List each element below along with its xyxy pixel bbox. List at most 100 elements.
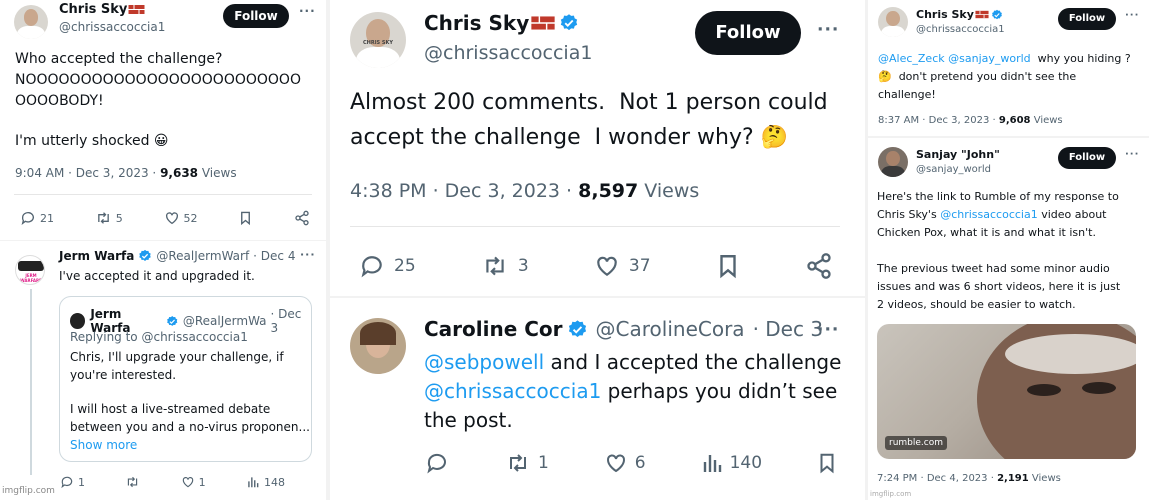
- tweet-panel-chris-sky-3: Chris Sky @chrissaccoccia1 Follow ··· @A…: [868, 0, 1149, 136]
- reply-button[interactable]: 1: [60, 475, 85, 489]
- avatar[interactable]: CHRIS SKY: [350, 12, 406, 68]
- like-button[interactable]: 37: [593, 253, 651, 279]
- author-name[interactable]: Chris Sky: [424, 11, 529, 35]
- tweet-text: 2 videos, should be easier to watch.: [877, 298, 1076, 311]
- author-name[interactable]: Jerm Warfa: [59, 249, 134, 263]
- mention-link[interactable]: @Alec_Zeck: [878, 52, 945, 65]
- quoted-date: · Dec 3: [270, 307, 302, 335]
- mention-link[interactable]: @chrissaccoccia1: [424, 379, 601, 403]
- verified-badge-icon: [167, 315, 178, 326]
- follow-button[interactable]: Follow: [1058, 8, 1116, 30]
- reply-button[interactable]: 25: [358, 253, 416, 279]
- reply-text: I've accepted it and upgraded it.: [59, 269, 255, 283]
- tweet-text: issues and was 6 short videos, here it i…: [877, 280, 1121, 293]
- mention-link[interactable]: @chrissaccoccia1: [940, 208, 1038, 221]
- bar-chart-icon: [248, 477, 259, 488]
- views-button[interactable]: 140: [700, 451, 762, 475]
- action-bar: 1 6 140: [424, 451, 838, 475]
- more-options-icon[interactable]: ···: [300, 248, 316, 261]
- author-name[interactable]: Chris Sky: [59, 2, 127, 17]
- author-name[interactable]: Sanjay "John": [916, 148, 1000, 161]
- timestamp[interactable]: 8:37 AM · Dec 3, 2023 ·: [878, 115, 999, 126]
- views-label: Views: [198, 166, 237, 180]
- tweet-text: video about: [1037, 208, 1107, 221]
- mention-link[interactable]: @sebpowell: [424, 350, 544, 374]
- more-options-icon[interactable]: ···: [817, 320, 839, 340]
- view-count: 2,191: [997, 473, 1029, 484]
- more-options-icon[interactable]: ···: [1125, 149, 1139, 160]
- repost-button[interactable]: [125, 475, 140, 489]
- reply-text: the post.: [424, 408, 513, 432]
- watermark: imgflip.com: [2, 486, 55, 496]
- bookmark-button[interactable]: [715, 252, 741, 280]
- tweet-panel-chris-sky-1: Chris Sky @chrissaccoccia1 Follow ··· Wh…: [0, 0, 326, 240]
- like-button[interactable]: 6: [603, 451, 646, 475]
- quoted-text-line: between you and a no-virus proponen...: [70, 420, 310, 434]
- author-name[interactable]: Chris Sky: [916, 8, 974, 21]
- repost-button[interactable]: 5: [95, 210, 123, 226]
- tweet-panel-sanjay-john: Sanjay "John" @sanjay_world Follow ··· H…: [868, 138, 1149, 500]
- repost-button[interactable]: 1: [504, 451, 549, 475]
- timestamp[interactable]: 7:24 PM · Dec 4, 2023 ·: [877, 473, 997, 484]
- action-bar: 25 3 37: [358, 252, 833, 280]
- avatar[interactable]: [350, 318, 406, 374]
- more-options-icon[interactable]: ···: [817, 20, 839, 40]
- show-more-link[interactable]: Show more: [70, 438, 137, 452]
- verified-badge-icon: [991, 9, 1002, 19]
- link-card[interactable]: rumble.com: [877, 324, 1136, 459]
- avatar[interactable]: [14, 5, 48, 39]
- tweet-text-line: Who accepted the challenge?: [15, 51, 223, 67]
- reply-button[interactable]: [424, 451, 450, 475]
- follow-button[interactable]: Follow: [223, 4, 289, 28]
- reply-icon: [361, 256, 382, 278]
- follow-button[interactable]: Follow: [695, 11, 801, 55]
- like-button[interactable]: 1: [181, 475, 206, 489]
- author-name[interactable]: Caroline Cor: [424, 317, 563, 341]
- avatar[interactable]: [878, 147, 908, 177]
- repost-icon: [509, 454, 526, 472]
- author-handle[interactable]: @RealJermWarf: [156, 249, 249, 263]
- action-bar: 21 5 52: [20, 210, 310, 226]
- brick-icon: [128, 5, 146, 14]
- repost-button[interactable]: 3: [480, 253, 529, 279]
- reply-button[interactable]: 21: [20, 210, 54, 226]
- share-button[interactable]: [805, 252, 833, 280]
- timestamp[interactable]: 4:38 PM · Dec 3, 2023 ·: [350, 180, 578, 202]
- post-date[interactable]: · Dec 3: [753, 317, 824, 341]
- avatar[interactable]: JERM WARFARE: [15, 255, 45, 285]
- heart-icon: [606, 454, 625, 473]
- timestamp[interactable]: 9:04 AM · Dec 3, 2023 ·: [15, 166, 160, 180]
- author-handle[interactable]: @CarolineCora: [596, 317, 745, 341]
- like-button[interactable]: 52: [164, 210, 198, 226]
- views-button[interactable]: 148: [246, 475, 285, 489]
- bookmark-button[interactable]: [816, 451, 838, 475]
- author-handle[interactable]: @chrissaccoccia1: [59, 20, 165, 34]
- quoted-tweet[interactable]: Jerm Warfa @RealJermWa · Dec 3 Replying …: [59, 296, 312, 462]
- bookmark-button[interactable]: [238, 210, 253, 226]
- tweet-panel-jerm-warfa: JERM WARFARE Jerm Warfa @RealJermWarf · …: [0, 241, 326, 500]
- replying-to-handle[interactable]: @chrissaccoccia1: [141, 330, 247, 344]
- share-icon: [295, 210, 309, 226]
- reply-icon: [21, 212, 34, 225]
- tweet-text-line: accept the challenge I wonder why? 🤔: [350, 125, 789, 150]
- author-handle[interactable]: @chrissaccoccia1: [424, 42, 592, 64]
- post-date[interactable]: · Dec 4: [253, 249, 295, 263]
- follow-button[interactable]: Follow: [1058, 147, 1116, 169]
- reply-text: perhaps you didn’t see: [601, 379, 838, 403]
- author-handle[interactable]: @chrissaccoccia1: [916, 24, 1005, 35]
- tweet-text: The previous tweet had some minor audio: [877, 262, 1110, 275]
- avatar[interactable]: [878, 7, 908, 37]
- author-handle[interactable]: @sanjay_world: [916, 164, 991, 175]
- quoted-avatar: [70, 313, 86, 329]
- more-options-icon[interactable]: ···: [299, 4, 316, 18]
- tweet-text-line: I'm utterly shocked 😀: [15, 133, 169, 149]
- verified-badge-icon: [568, 319, 586, 337]
- bookmark-icon: [820, 453, 834, 474]
- share-button[interactable]: [294, 210, 310, 226]
- replying-to-label: Replying to: [70, 330, 142, 344]
- more-options-icon[interactable]: ···: [1125, 10, 1139, 21]
- thread-line: [30, 289, 32, 475]
- brick-icon: [530, 16, 556, 30]
- mention-link[interactable]: @sanjay_world: [948, 52, 1031, 65]
- tweet-text: Chicken Pox, what it is and what it isn'…: [877, 226, 1096, 239]
